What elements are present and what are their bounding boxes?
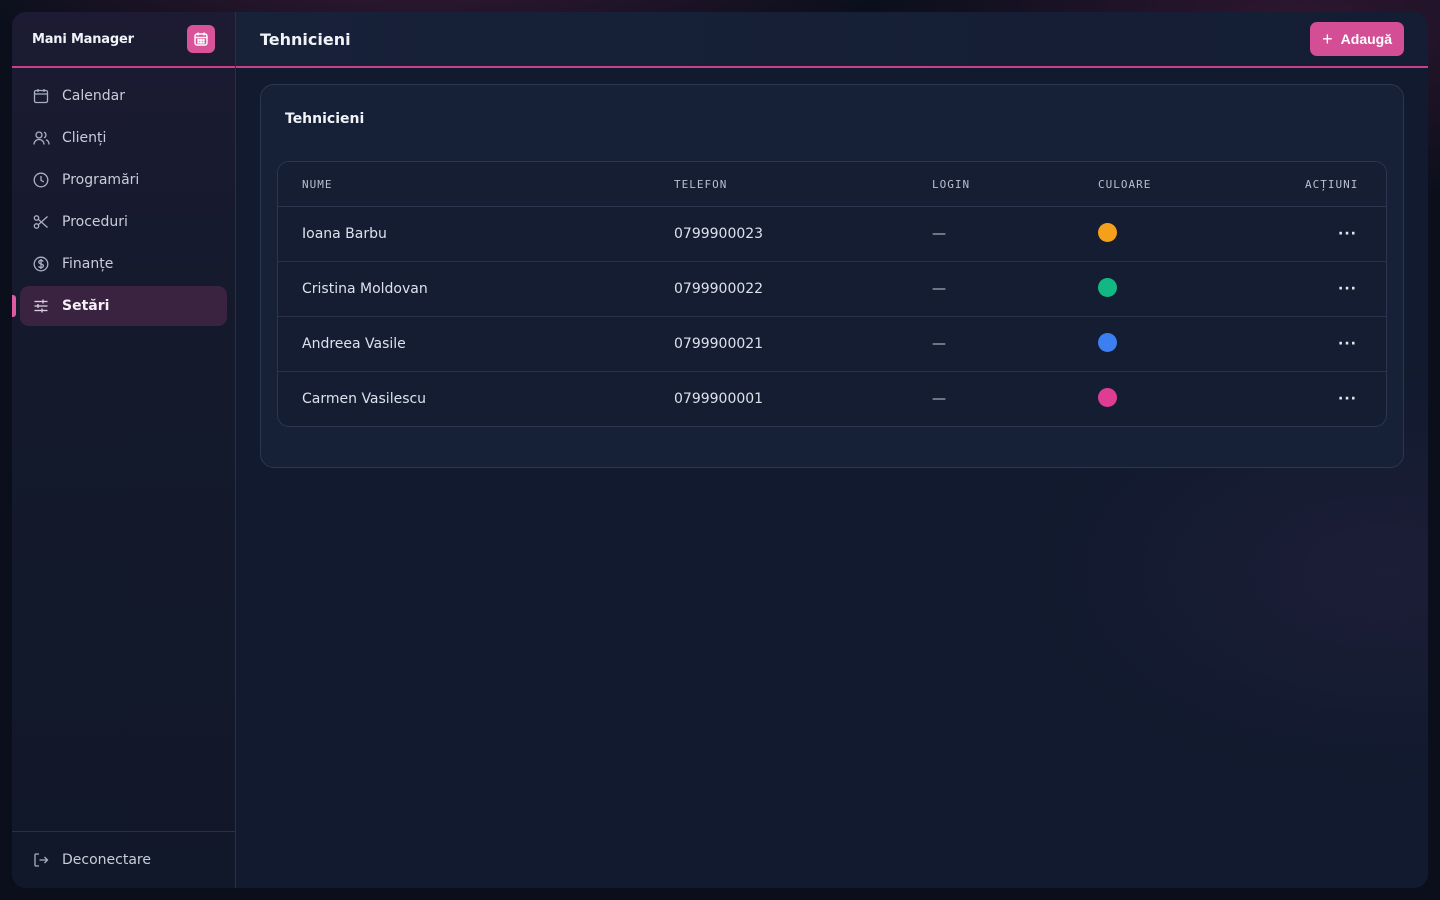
main-content: Tehnicieni + Adaugă Tehnicieni NUME TELE… <box>236 12 1428 888</box>
add-button-label: Adaugă <box>1340 31 1392 47</box>
dollar-icon <box>32 255 50 273</box>
color-swatch-cell <box>1098 222 1117 242</box>
app-window: Mani Manager Calendar Clienți Programări… <box>12 12 1428 888</box>
logout-label: Deconectare <box>62 852 151 868</box>
column-header-actions: ACȚIUNI <box>1305 177 1359 191</box>
users-icon <box>32 129 50 147</box>
technician-name: Cristina Moldovan <box>302 281 428 297</box>
more-actions-button[interactable]: ··· <box>1338 226 1357 242</box>
column-header-login[interactable]: LOGIN <box>932 178 970 191</box>
column-header-phone[interactable]: TELEFON <box>674 178 727 191</box>
sidebar-item-calendar[interactable]: Calendar <box>20 76 227 116</box>
sidebar-item-clienti[interactable]: Clienți <box>20 118 227 158</box>
table-row[interactable]: Ioana Barbu 0799900023 — ··· <box>278 207 1386 262</box>
clock-icon <box>32 171 50 189</box>
table-row[interactable]: Carmen Vasilescu 0799900001 — ··· <box>278 372 1386 426</box>
sidebar-item-label: Clienți <box>62 130 107 146</box>
calendar-icon <box>32 87 50 105</box>
technician-name: Andreea Vasile <box>302 336 406 352</box>
technician-phone: 0799900023 <box>674 226 764 242</box>
top-bar: Tehnicieni + Adaugă <box>236 12 1428 68</box>
logout-icon <box>32 851 50 869</box>
sidebar-item-label: Finanțe <box>62 256 114 272</box>
sidebar-item-label: Programări <box>62 172 140 188</box>
table-header: NUME TELEFON LOGIN CULOARE ACȚIUNI <box>278 162 1386 207</box>
color-swatch <box>1098 222 1117 242</box>
plus-icon: + <box>1322 29 1333 49</box>
technicians-card: Tehnicieni NUME TELEFON LOGIN CULOARE AC… <box>260 84 1404 468</box>
color-swatch <box>1098 332 1117 352</box>
technician-phone: 0799900022 <box>674 281 764 297</box>
technician-login: — <box>932 226 946 242</box>
technician-login: — <box>932 281 946 297</box>
more-actions-button[interactable]: ··· <box>1338 336 1357 352</box>
column-header-color[interactable]: CULOARE <box>1098 178 1151 191</box>
page-title: Tehnicieni <box>260 29 351 49</box>
color-swatch <box>1098 277 1117 297</box>
sidebar-item-setari[interactable]: Setări <box>12 286 227 326</box>
sidebar-item-programari[interactable]: Programări <box>20 160 227 200</box>
scissors-icon <box>32 213 50 231</box>
sidebar-item-proceduri[interactable]: Proceduri <box>20 202 227 242</box>
technician-name: Carmen Vasilescu <box>302 391 427 407</box>
card-title: Tehnicieni <box>285 111 365 127</box>
sidebar: Mani Manager Calendar Clienți Programări… <box>12 12 236 888</box>
calendar-icon[interactable] <box>187 25 215 53</box>
sidebar-item-label: Setări <box>62 298 110 314</box>
color-swatch-cell <box>1098 332 1117 352</box>
sidebar-item-label: Calendar <box>62 88 125 104</box>
table-row[interactable]: Andreea Vasile 0799900021 — ··· <box>278 317 1386 372</box>
add-button[interactable]: + Adaugă <box>1310 22 1404 56</box>
technicians-table: NUME TELEFON LOGIN CULOARE ACȚIUNI Ioana… <box>277 161 1387 427</box>
logout-button[interactable]: Deconectare <box>12 831 235 888</box>
brand-header: Mani Manager <box>12 12 235 68</box>
technician-name: Ioana Barbu <box>302 226 387 242</box>
technician-login: — <box>932 391 946 407</box>
brand-name: Mani Manager <box>32 31 134 47</box>
technician-phone: 0799900001 <box>674 391 764 407</box>
color-swatch <box>1098 387 1117 407</box>
table-row[interactable]: Cristina Moldovan 0799900022 — ··· <box>278 262 1386 317</box>
color-swatch-cell <box>1098 387 1117 407</box>
technician-phone: 0799900021 <box>674 336 764 352</box>
color-swatch-cell <box>1098 277 1117 297</box>
technician-login: — <box>932 336 946 352</box>
sliders-icon <box>32 297 50 315</box>
sidebar-nav: Calendar Clienți Programări Proceduri Fi… <box>12 68 235 326</box>
sidebar-item-finante[interactable]: Finanțe <box>20 244 227 284</box>
more-actions-button[interactable]: ··· <box>1338 391 1357 407</box>
sidebar-item-label: Proceduri <box>62 214 128 230</box>
column-header-name[interactable]: NUME <box>302 178 333 191</box>
more-actions-button[interactable]: ··· <box>1338 281 1357 297</box>
